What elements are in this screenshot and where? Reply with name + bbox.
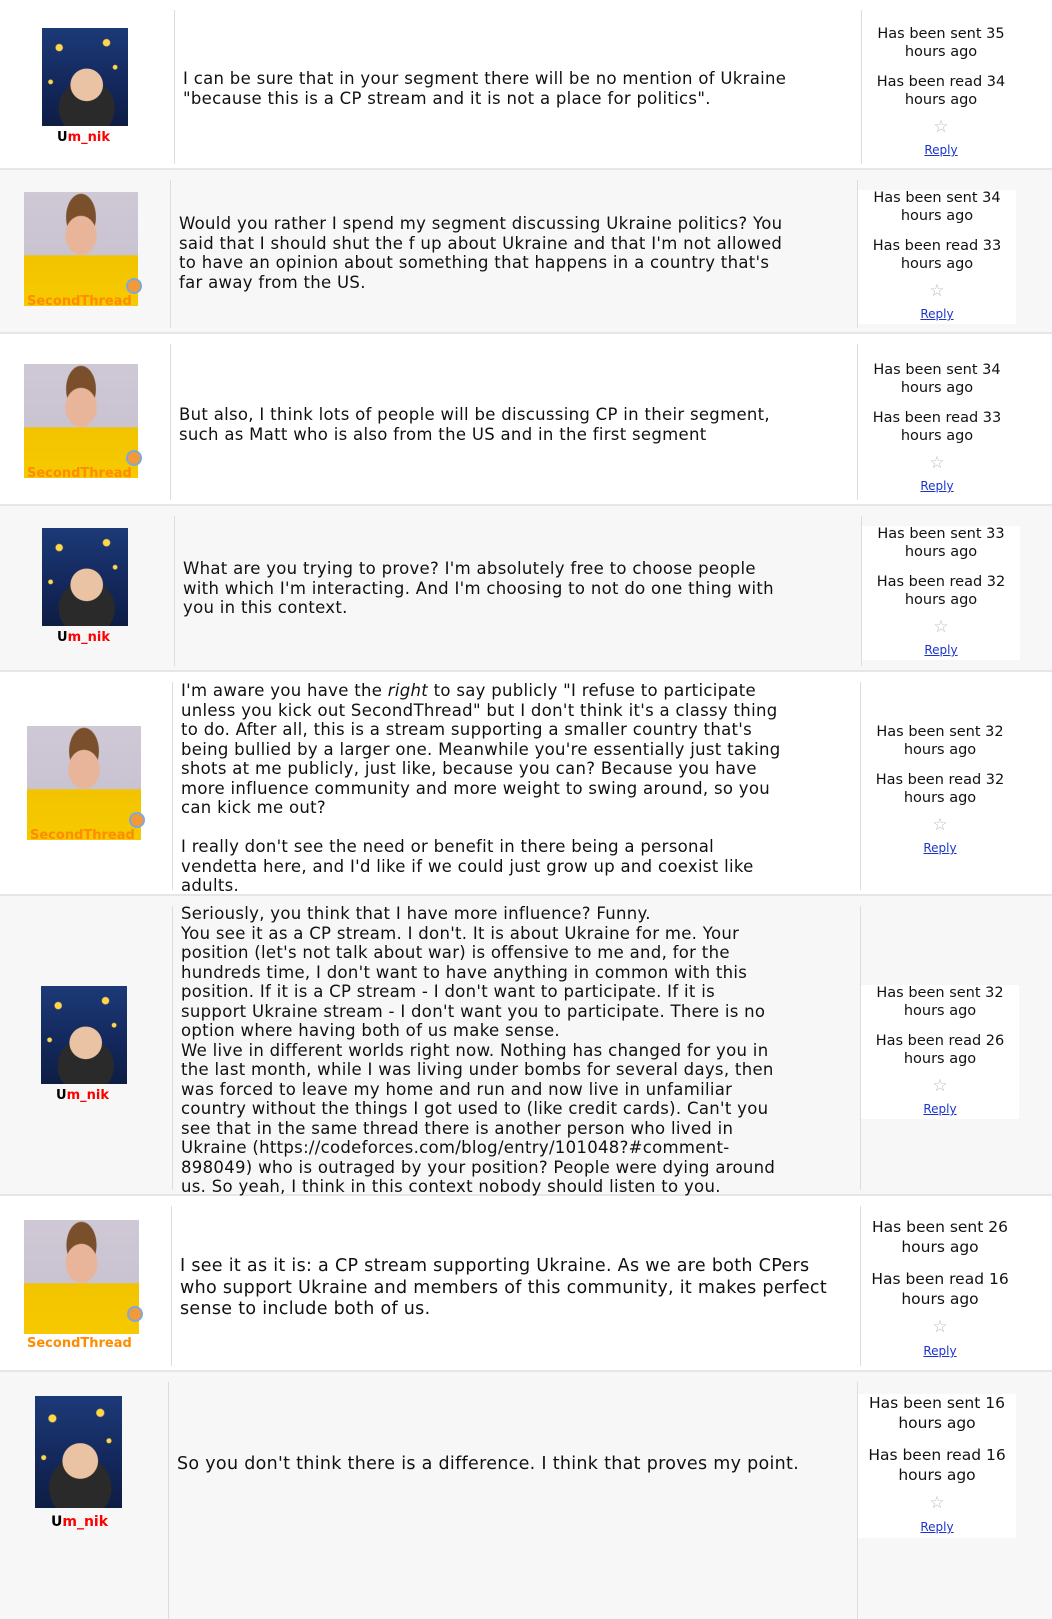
author-handle[interactable]: SecondThread	[27, 1336, 132, 1351]
avatar[interactable]	[24, 1220, 139, 1334]
divider	[168, 1382, 169, 1619]
divider	[174, 516, 175, 666]
avatar[interactable]	[27, 726, 141, 840]
medal-badge-icon	[126, 278, 142, 294]
reply-link[interactable]: Reply	[861, 840, 1019, 858]
comment-text: So you don't think there is a difference…	[177, 1454, 800, 1474]
read-time: Has been read 34 hours ago	[876, 74, 1006, 108]
sent-time: Has been sent 34 hours ago	[873, 190, 1001, 224]
star-icon[interactable]: ☆	[858, 1494, 1016, 1512]
sent-time: Has been sent 35 hours ago	[877, 26, 1005, 60]
comment-meta: Has been sent 32 hours ago Has been read…	[861, 724, 1019, 858]
comment-text: I can be sure that in your segment there…	[183, 69, 787, 108]
avatar[interactable]	[24, 192, 138, 306]
comment-row: SecondThread But also, I think lots of p…	[0, 334, 1052, 506]
medal-badge-icon	[126, 450, 142, 466]
comment-text: I see it as it is: a CP stream supportin…	[180, 1256, 827, 1319]
comment-text: What are you trying to prove? I'm absolu…	[183, 559, 774, 617]
reply-link[interactable]: Reply	[861, 1342, 1019, 1362]
reply-link[interactable]: Reply	[861, 1101, 1019, 1119]
read-time: Has been read 16 hours ago	[871, 1270, 1009, 1308]
comment-row: Um_nik Seriously, you think that I have …	[0, 896, 1052, 1196]
star-icon[interactable]: ☆	[861, 1318, 1019, 1336]
avatar[interactable]	[41, 986, 127, 1084]
comment-row: SecondThread Would you rather I spend my…	[0, 170, 1052, 334]
sent-time: Has been sent 33 hours ago	[877, 526, 1005, 560]
comment-text: I'm aware you have the right to say publ…	[181, 681, 781, 895]
comment-meta: Has been sent 33 hours ago Has been read…	[862, 526, 1020, 660]
comment-meta: Has been sent 34 hours ago Has been read…	[858, 362, 1016, 496]
read-time: Has been read 16 hours ago	[868, 1446, 1006, 1484]
reply-link[interactable]: Reply	[858, 1518, 1016, 1538]
sent-time: Has been sent 26 hours ago	[872, 1218, 1008, 1256]
divider	[170, 180, 171, 328]
divider	[174, 10, 175, 164]
author-handle[interactable]: Um_nik	[57, 630, 110, 645]
author-handle[interactable]: Um_nik	[51, 1514, 108, 1530]
comment-row: Um_nik I can be sure that in your segmen…	[0, 0, 1052, 170]
avatar[interactable]	[42, 28, 128, 126]
avatar[interactable]	[24, 364, 138, 478]
author-handle[interactable]: Um_nik	[57, 130, 110, 145]
star-icon[interactable]: ☆	[861, 816, 1019, 834]
avatar[interactable]	[35, 1396, 122, 1508]
divider	[172, 906, 173, 1190]
comment-meta: Has been sent 26 hours ago Has been read…	[861, 1218, 1019, 1366]
star-icon[interactable]: ☆	[861, 1077, 1019, 1095]
reply-link[interactable]: Reply	[862, 642, 1020, 660]
author-handle[interactable]: SecondThread	[27, 466, 132, 481]
comment-meta: Has been sent 32 hours ago Has been read…	[861, 985, 1019, 1119]
star-icon[interactable]: ☆	[862, 118, 1020, 136]
divider	[171, 1206, 172, 1366]
comment-meta: Has been sent 35 hours ago Has been read…	[862, 26, 1020, 160]
comment-row: SecondThread I see it as it is: a CP str…	[0, 1196, 1052, 1372]
medal-badge-icon	[129, 812, 145, 828]
comment-text: But also, I think lots of people will be…	[179, 405, 770, 444]
reply-link[interactable]: Reply	[862, 142, 1020, 160]
star-icon[interactable]: ☆	[858, 282, 1016, 300]
star-icon[interactable]: ☆	[858, 454, 1016, 472]
sent-time: Has been sent 32 hours ago	[876, 724, 1004, 758]
comment-meta: Has been sent 34 hours ago Has been read…	[858, 190, 1016, 324]
comment-meta: Has been sent 16 hours ago Has been read…	[858, 1394, 1016, 1538]
comment-text: Seriously, you think that I have more in…	[181, 904, 776, 1196]
divider	[170, 344, 171, 500]
sent-time: Has been sent 16 hours ago	[869, 1394, 1005, 1432]
reply-link[interactable]: Reply	[858, 478, 1016, 496]
read-time: Has been read 33 hours ago	[872, 238, 1002, 272]
medal-badge-icon	[127, 1306, 143, 1322]
read-time: Has been read 33 hours ago	[872, 410, 1002, 444]
star-icon[interactable]: ☆	[862, 618, 1020, 636]
comment-row: Um_nik What are you trying to prove? I'm…	[0, 506, 1052, 672]
comment-row: SecondThread I'm aware you have the righ…	[0, 672, 1052, 896]
read-time: Has been read 32 hours ago	[876, 574, 1006, 608]
comment-row: Um_nik So you don't think there is a dif…	[0, 1372, 1052, 1619]
read-time: Has been read 32 hours ago	[875, 772, 1005, 806]
author-handle[interactable]: SecondThread	[30, 828, 135, 843]
comment-text: Would you rather I spend my segment disc…	[179, 214, 783, 292]
reply-link[interactable]: Reply	[858, 306, 1016, 324]
sent-time: Has been sent 32 hours ago	[876, 985, 1004, 1019]
divider	[172, 682, 173, 890]
read-time: Has been read 26 hours ago	[875, 1033, 1005, 1067]
avatar[interactable]	[42, 528, 128, 626]
sent-time: Has been sent 34 hours ago	[873, 362, 1001, 396]
author-handle[interactable]: SecondThread	[27, 294, 132, 309]
author-handle[interactable]: Um_nik	[56, 1088, 109, 1103]
